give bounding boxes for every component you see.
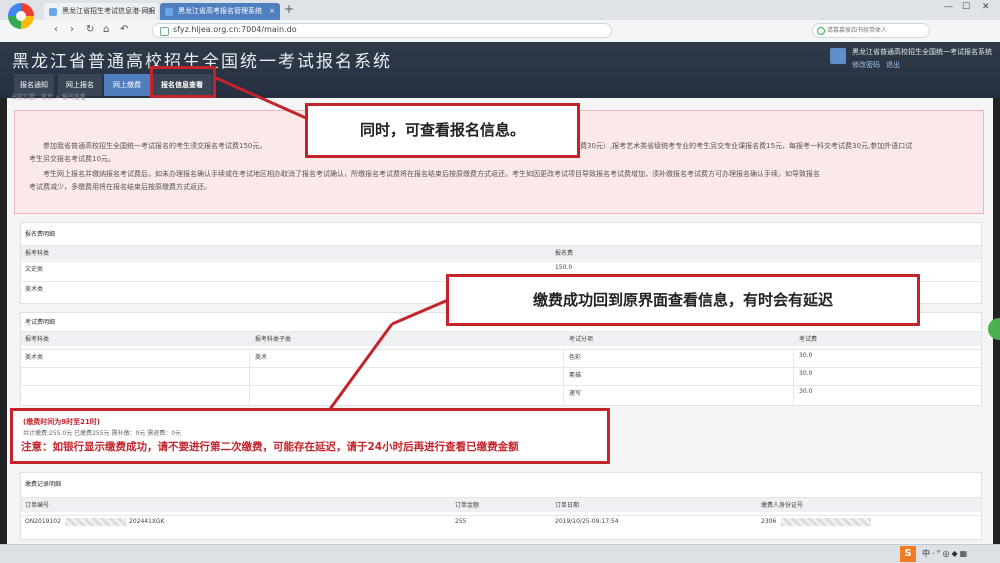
column-header: 订单日期 (555, 502, 580, 509)
search-input[interactable]: 请慕慕侯四书就带体人 (812, 23, 930, 38)
notice-text: 考试费减少，多缴费用将在报名结束后按原缴费方式返还。 (29, 183, 211, 191)
tab-online-payment[interactable]: 网上缴费 (104, 74, 150, 96)
modify-password-link[interactable]: 修改密码 (852, 60, 880, 70)
column-header: 缴费人身份证号 (761, 502, 804, 509)
home-button[interactable]: ⌂ (103, 24, 109, 35)
browser-tab-title: 黑龙江省招生考试信息港-网报 (62, 7, 156, 15)
column-header: 报考科类 (25, 250, 50, 257)
divider (249, 349, 250, 405)
cell-category: 美术类 (25, 286, 44, 293)
browser-tab-bar: 黑龙江省招生考试信息港-网报 × 黑龙江省高考报名管理系统 × + — ☐ ✕ (0, 0, 1000, 20)
column-header: 考试费 (799, 336, 818, 343)
url-input[interactable]: sfyz.hljea.org.cn:7004/main.do (152, 23, 612, 38)
cell-amount: 255 (455, 518, 467, 525)
column-header: 考试分项 (569, 336, 594, 343)
taskbar: S 中·°◎◆▦ (0, 544, 1000, 563)
search-engine-icon (817, 27, 825, 35)
url-text: sfyz.hljea.org.cn:7004/main.do (173, 25, 297, 34)
logout-link[interactable]: 退出 (886, 60, 900, 70)
cell-category: 文史类 (25, 266, 44, 273)
back-button[interactable]: ‹ (54, 24, 58, 35)
reload-button[interactable]: ↻ (86, 24, 94, 35)
column-header: 订单编号 (25, 502, 50, 509)
annotation-callout: 同时，可查看报名信息。 (305, 103, 580, 158)
payment-summary-text: 共计缴费:255.0元 已缴费255元 需补缴：0元 需退费：0元 (23, 430, 182, 437)
cell-item: 素描 (569, 372, 582, 379)
user-name: 黑龙江省普通高校招生全国统一考试报名系统 (852, 48, 992, 56)
payment-time-text: (缴费时间为9时至21时) (23, 418, 101, 426)
cell-fee: 30.0 (799, 352, 813, 359)
table-row: ON2019102 202441XGK 255 2019/10/25-09:17… (21, 515, 981, 530)
browser-tab-title: 黑龙江省高考报名管理系统 (178, 7, 262, 15)
cell-order-no-tail: 202441XGK (129, 518, 165, 525)
redacted-mark (65, 518, 127, 526)
undo-button[interactable]: ↶ (120, 24, 128, 35)
column-header: 报名费 (555, 250, 574, 257)
browser-tab-1[interactable]: 黑龙江省招生考试信息港-网报 × (44, 3, 158, 20)
maximize-button[interactable]: ☐ (962, 2, 970, 12)
cell-date: 2019/10/25-09:17:54 (555, 518, 619, 525)
browser-logo-icon[interactable] (8, 3, 34, 29)
search-placeholder: 请慕慕侯四书就带体人 (827, 27, 888, 34)
page-icon (49, 8, 57, 16)
site-info-icon[interactable] (160, 27, 169, 36)
page-icon (165, 8, 173, 16)
cell-item: 色彩 (569, 354, 582, 361)
annotation-callout: 缴费成功回到原界面查看信息，有时会有延迟 (446, 274, 920, 326)
minimize-button[interactable]: — (944, 2, 953, 12)
cell-fee: 30.0 (799, 370, 813, 377)
exam-fee-section: 考试费明细 报考科类 报考科类子类 考试分项 考试费 美术类 美术 色彩 30.… (20, 312, 982, 406)
payment-note-highlight: (缴费时间为9时至21时) 共计缴费:255.0元 已缴费255元 需补缴：0元… (10, 408, 610, 464)
notice-text: 参加我省普通高校招生全国统一考试报名的考生须交报名考试费150元。 (43, 142, 267, 150)
section-title: 报名费明细 (25, 231, 56, 238)
cell-item: 速写 (569, 390, 582, 397)
table-row: 速写 30.0 (21, 385, 981, 400)
ime-icon[interactable]: S (900, 546, 916, 562)
table-row: 素描 30.0 (21, 367, 981, 382)
close-icon[interactable]: × (147, 3, 153, 20)
cell-fee: 150.0 (555, 264, 573, 271)
table-header: 报考科类 报考科类子类 考试分项 考试费 (21, 331, 981, 346)
address-toolbar: ‹ › ↻ ⌂ ↶ sfyz.hljea.org.cn:7004/main.do… (0, 20, 1000, 43)
cell-id-no: 2306 (761, 518, 777, 525)
column-header: 报考科类 (25, 336, 50, 343)
redacted-mark (781, 518, 871, 526)
new-tab-button[interactable]: + (284, 2, 294, 16)
table-header: 订单编号 订单金额 订单日期 缴费人身份证号 (21, 497, 981, 512)
close-icon[interactable]: × (269, 3, 275, 20)
divider (563, 349, 564, 405)
cell-category: 美术类 (25, 354, 44, 361)
close-window-button[interactable]: ✕ (982, 2, 990, 12)
user-avatar-icon (830, 48, 846, 64)
notice-text: 考生网上报名并缴纳报名考试费后，如未办理报名确认手续或在考试地区相办取消了报名考… (43, 170, 820, 178)
notice-text: 费30元）,报考艺术类省级统考专业的考生另交专业课报名费15元，每报考一科交考试… (580, 142, 913, 150)
section-title: 考试费明细 (25, 319, 56, 326)
column-header: 订单金额 (455, 502, 480, 509)
section-title: 缴费记录明细 (25, 481, 62, 488)
table-header: 报考科类 报名费 (21, 245, 981, 260)
breadcrumb: 当前位置：首页 > 报名查看 (11, 94, 86, 101)
cell-subcategory: 美术 (255, 354, 268, 361)
column-header: 报考科类子类 (255, 336, 292, 343)
system-tray-icons[interactable]: 中·°◎◆▦ (922, 548, 969, 559)
table-row: 美术类 美术 色彩 30.0 (21, 349, 981, 364)
tab-highlight-frame (150, 66, 216, 98)
cell-order-no: ON2019102 (25, 518, 61, 525)
cell-fee: 30.0 (799, 388, 813, 395)
payment-records-section: 缴费记录明细 订单编号 订单金额 订单日期 缴费人身份证号 ON2019102 … (20, 472, 982, 540)
payment-warning-text: 注意：如银行显示缴费成功，请不要进行第二次缴费，可能存在延迟，请于24小时后再进… (21, 441, 519, 453)
forward-button[interactable]: › (70, 24, 74, 35)
divider (793, 349, 794, 405)
browser-tab-2[interactable]: 黑龙江省高考报名管理系统 × (160, 3, 280, 20)
